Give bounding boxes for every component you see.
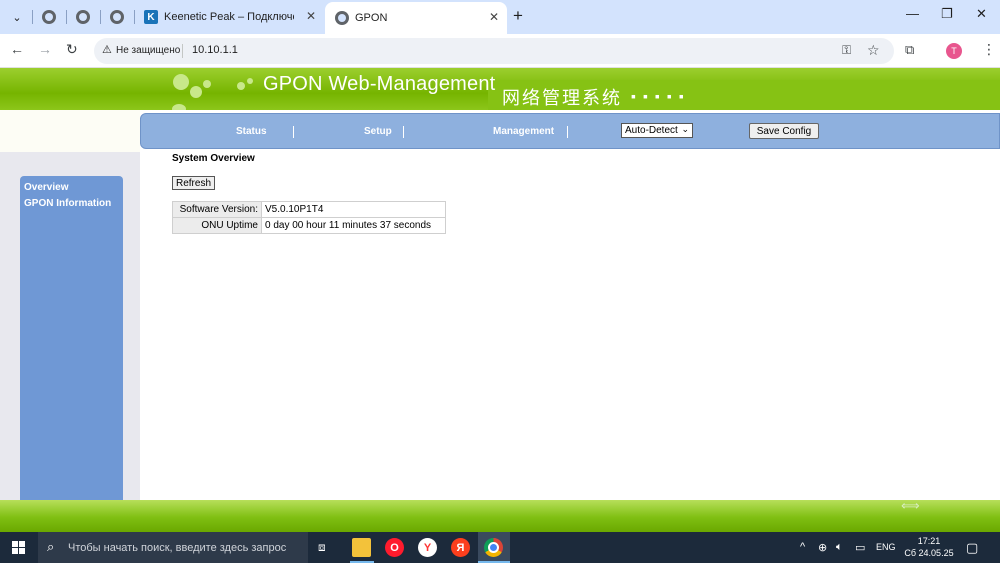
sidebar-item-overview[interactable]: Overview <box>24 182 68 193</box>
nav-left-spacer <box>0 110 140 152</box>
nav-row: Status Setup Management Auto-Detect ⌄ Sa… <box>0 110 1000 152</box>
clock[interactable]: 17:21 Сб 24.05.25 <box>902 535 956 559</box>
warning-icon: ⚠ <box>102 44 112 56</box>
nav-divider <box>293 126 294 138</box>
chrome-icon[interactable] <box>484 538 503 557</box>
volume-icon[interactable]: 🔈︎ <box>836 541 843 554</box>
taskbar-search[interactable]: ⌕ Чтобы начать поиск, введите здесь запр… <box>38 532 308 563</box>
arrow-right-icon: → <box>38 41 52 57</box>
keenetic-icon: K <box>144 10 158 24</box>
refresh-button[interactable]: Refresh <box>172 176 216 190</box>
close-icon: ✕ <box>976 6 987 21</box>
battery-icon[interactable]: ▭ <box>855 541 865 554</box>
header-subtitle: 网络管理系统 <box>502 88 622 108</box>
yandex-icon[interactable]: Я <box>451 538 470 557</box>
nav-status[interactable]: Status <box>236 126 267 137</box>
main-content: System Overview Refresh Software Version… <box>140 152 1000 500</box>
file-explorer-icon[interactable] <box>352 538 371 557</box>
tab-search-button[interactable]: ⌄ <box>6 6 28 28</box>
table-row: ONU Uptime 0 day 00 hour 11 minutes 37 s… <box>172 217 446 234</box>
avatar[interactable]: T <box>946 43 962 59</box>
resize-cursor-icon: ⟺ <box>901 498 920 513</box>
chevron-down-icon: ⌄ <box>12 11 22 24</box>
opera-icon[interactable]: O <box>385 538 404 557</box>
forward-button[interactable]: → <box>38 41 52 57</box>
reload-button[interactable]: ↻ <box>66 41 78 58</box>
header-dots: ▪▪▪▪▪ <box>631 88 691 104</box>
restore-icon: ❐ <box>941 6 953 21</box>
clock-date: Сб 24.05.25 <box>904 548 954 558</box>
star-icon[interactable]: ☆ <box>867 42 880 59</box>
globe-icon <box>76 10 90 24</box>
gpon-header: GPON Web-Management 网络管理系统 ▪▪▪▪▪ <box>0 68 1000 110</box>
gpon-footer <box>0 500 1000 532</box>
restore-button[interactable]: ❐ <box>941 6 953 22</box>
nav-divider <box>403 126 404 138</box>
taskbar: ⌕ Чтобы начать поиск, введите здесь запр… <box>0 532 1000 563</box>
windows-start-icon[interactable] <box>12 541 25 554</box>
security-label[interactable]: Не защищено <box>116 45 180 56</box>
software-version-value: V5.0.10P1T4 <box>261 201 446 218</box>
language-indicator[interactable]: ENG <box>876 542 896 552</box>
sidebar-item-gpon-information[interactable]: GPON Information <box>24 198 111 209</box>
back-button[interactable]: ← <box>10 41 24 57</box>
bubble-decoration <box>247 78 253 84</box>
url-text[interactable]: 10.10.1.1 <box>192 44 238 56</box>
nav-divider <box>567 126 568 138</box>
close-icon[interactable]: ✕ <box>489 10 499 24</box>
system-info-table: Software Version: V5.0.10P1T4 ONU Uptime… <box>172 201 446 234</box>
notification-icon[interactable]: ▢ <box>966 540 978 556</box>
nav-setup[interactable]: Setup <box>364 126 392 137</box>
tab-1[interactable] <box>32 4 66 30</box>
plus-icon: + <box>513 6 523 25</box>
menu-icon[interactable]: ⋮ <box>982 41 996 58</box>
task-view-icon[interactable]: ⧈ <box>318 540 326 555</box>
tab-gpon[interactable]: GPON ✕ <box>325 2 507 34</box>
browser-toolbar: ← → ↻ ⚠ Не защищено 10.10.1.1 ⚿ ☆ ⧉ T ⋮ <box>0 34 1000 68</box>
close-window-button[interactable]: ✕ <box>976 6 987 22</box>
key-icon[interactable]: ⚿ <box>842 43 851 58</box>
language-select[interactable]: Auto-Detect ⌄ <box>621 123 693 138</box>
tab-strip: ⌄ K Keenetic Peak – Подключения ✕ GPON ✕… <box>0 0 1000 34</box>
bubble-decoration <box>173 74 189 90</box>
arrow-left-icon: ← <box>10 41 24 57</box>
tab-keenetic[interactable]: K Keenetic Peak – Подключения ✕ <box>134 4 324 30</box>
page-title: System Overview <box>172 153 255 164</box>
tab-title: GPON <box>355 12 388 24</box>
search-icon: ⌕ <box>47 539 55 554</box>
reload-icon: ↻ <box>66 41 78 57</box>
globe-icon[interactable]: ⊕ <box>818 541 827 554</box>
extensions-icon[interactable]: ⧉ <box>905 42 914 58</box>
chevron-up-icon[interactable]: ^ <box>800 541 805 553</box>
tab-3[interactable] <box>100 4 134 30</box>
header-title: GPON Web-Management <box>263 73 496 95</box>
minimize-button[interactable]: — <box>906 6 919 21</box>
yandex-browser-icon[interactable]: Y <box>418 538 437 557</box>
divider <box>182 44 183 58</box>
globe-icon <box>42 10 56 24</box>
nav-management[interactable]: Management <box>493 126 554 137</box>
language-value: Auto-Detect <box>625 125 678 136</box>
table-row: Software Version: V5.0.10P1T4 <box>172 201 446 218</box>
onu-uptime-label: ONU Uptime <box>172 217 262 234</box>
address-bar[interactable]: ⚠ Не защищено 10.10.1.1 ⚿ ☆ <box>94 38 894 64</box>
onu-uptime-value: 0 day 00 hour 11 minutes 37 seconds <box>261 217 446 234</box>
minimize-icon: — <box>906 6 919 21</box>
clock-time: 17:21 <box>917 536 941 546</box>
globe-icon <box>335 11 349 25</box>
bubble-decoration <box>190 86 202 98</box>
search-placeholder: Чтобы начать поиск, введите здесь запрос <box>68 542 287 554</box>
tab-2[interactable] <box>66 4 100 30</box>
chevron-down-icon: ⌄ <box>681 124 689 134</box>
close-icon[interactable]: ✕ <box>306 9 316 23</box>
sidebar-menu: Overview GPON Information <box>20 176 123 500</box>
tab-title: Keenetic Peak – Подключения <box>164 11 294 23</box>
globe-icon <box>110 10 124 24</box>
top-nav: Status Setup Management Auto-Detect ⌄ Sa… <box>140 113 1000 149</box>
new-tab-button[interactable]: + <box>513 6 523 26</box>
bubble-decoration <box>203 80 211 88</box>
software-version-label: Software Version: <box>172 201 262 218</box>
save-config-button[interactable]: Save Config <box>749 123 819 139</box>
bubble-decoration <box>237 82 245 90</box>
